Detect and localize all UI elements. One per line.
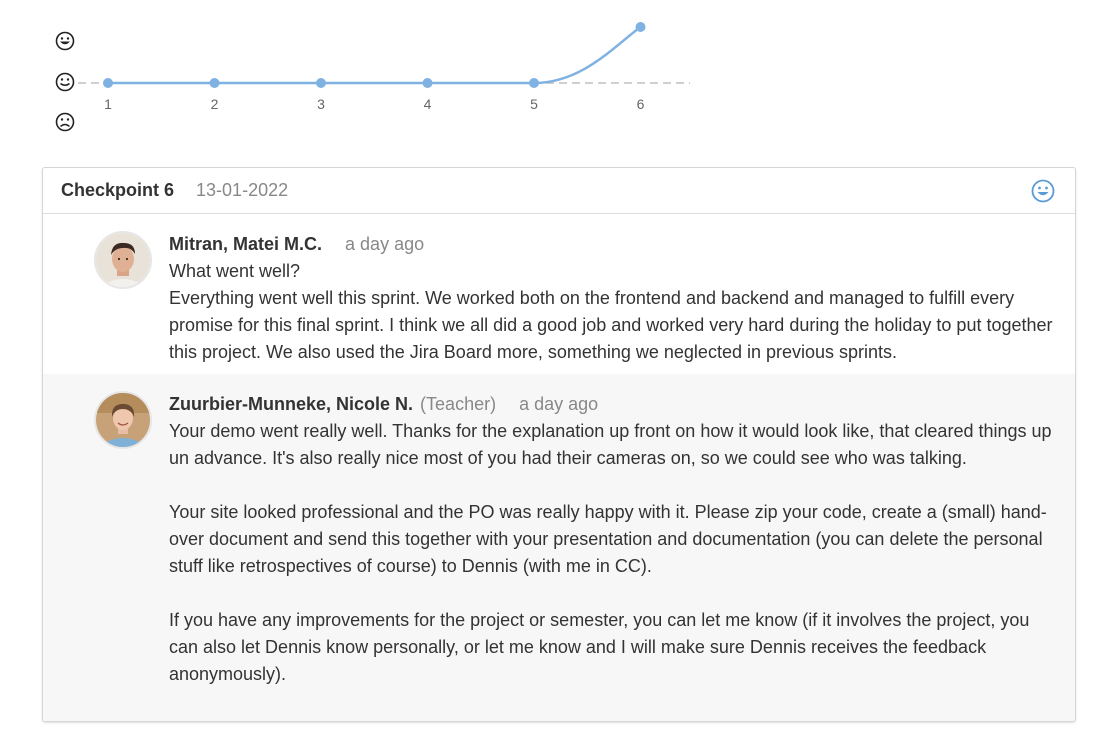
mood-point[interactable] (529, 78, 539, 88)
x-tick-label: 6 (637, 96, 645, 112)
comment-time: a day ago (519, 394, 599, 414)
x-tick-label: 1 (104, 96, 112, 112)
x-tick-label: 2 (211, 96, 219, 112)
x-tick-label: 3 (317, 96, 325, 112)
comment-item: Mitran, Matei M.C. a day ago What went w… (43, 214, 1075, 374)
mood-chart: 1 2 3 4 5 6 (0, 0, 720, 150)
mood-series-line (108, 25, 642, 85)
x-tick-label: 5 (530, 96, 538, 112)
checkpoint-panel: Checkpoint 6 13-01-2022 Mitran, Matei M.… (42, 167, 1076, 722)
checkpoint-title: Checkpoint 6 (61, 180, 175, 200)
mood-point[interactable] (316, 78, 326, 88)
checkpoint-header[interactable]: Checkpoint 6 13-01-2022 (43, 168, 1075, 214)
mood-point[interactable] (422, 78, 433, 88)
x-tick-label: 4 (424, 96, 432, 112)
mood-point[interactable] (209, 78, 220, 88)
checkpoint-date: 13-01-2022 (196, 180, 289, 200)
mood-point[interactable] (103, 78, 113, 88)
avatar[interactable] (94, 231, 152, 289)
comment-author: Mitran, Matei M.C. (169, 234, 323, 254)
mood-point[interactable] (635, 22, 646, 32)
comment-author: Zuurbier-Munneke, Nicole N. (169, 394, 414, 414)
avatar[interactable] (94, 391, 152, 449)
comment-header: Zuurbier-Munneke, Nicole N. (Teacher) a … (169, 391, 1059, 418)
comment-time: a day ago (345, 234, 425, 254)
comment-item: Zuurbier-Munneke, Nicole N. (Teacher) a … (43, 374, 1075, 721)
comment-body: Your demo went really well. Thanks for t… (169, 421, 1052, 684)
comment-header: Mitran, Matei M.C. a day ago (169, 231, 1059, 258)
smiley-icon (1031, 179, 1055, 203)
comment-role: (Teacher) (420, 394, 497, 414)
comment-body: What went well? Everything went well thi… (169, 261, 1053, 362)
mood-line-plot: 1 2 3 4 5 6 (78, 22, 690, 112)
